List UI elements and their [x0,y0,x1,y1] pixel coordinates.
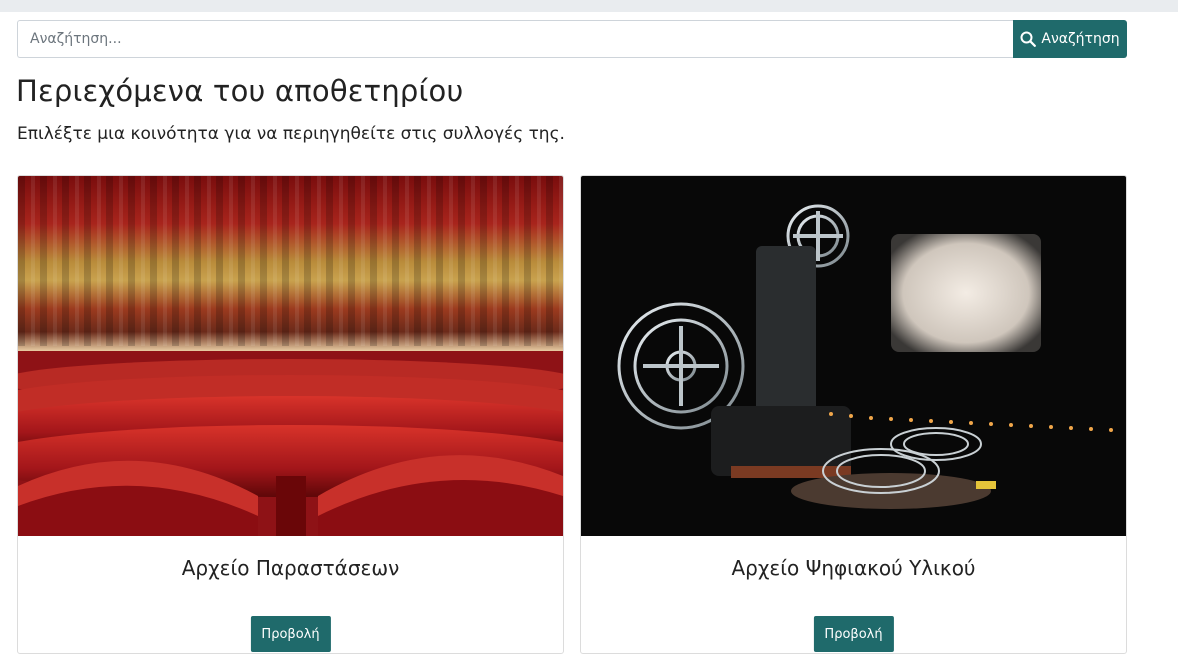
page-title: Περιεχόμενα του αποθετηρίου [16,74,464,108]
view-button[interactable]: Προβολή [813,616,894,652]
community-card: Αρχείο Παραστάσεων Προβολή [17,175,564,654]
community-card: Αρχείο Ψηφιακού Υλικού Προβολή [580,175,1127,654]
search-button-label: Αναζήτηση [1041,31,1120,47]
search-form: Αναζήτηση [17,20,1127,58]
community-image-projector[interactable] [581,176,1126,536]
page-lead-text: Επιλέξτε μια κοινότητα για να περιηγηθεί… [17,124,565,144]
community-title: Αρχείο Παραστάσεων [181,556,400,580]
search-input[interactable] [17,20,1013,58]
community-image-theatre[interactable] [18,176,563,536]
search-icon [1020,31,1037,47]
top-bar [0,0,1178,12]
view-button[interactable]: Προβολή [250,616,331,652]
search-button[interactable]: Αναζήτηση [1013,20,1127,58]
community-title: Αρχείο Ψηφιακού Υλικού [731,556,976,580]
